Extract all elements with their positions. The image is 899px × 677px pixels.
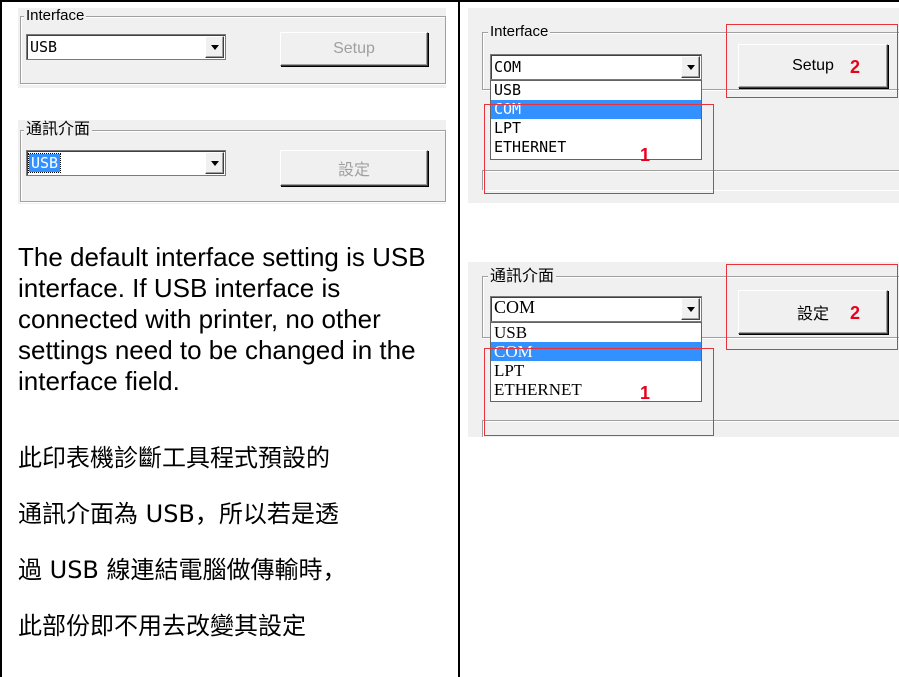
- interface-combo-value: USB: [27, 153, 62, 173]
- chevron-down-icon: [686, 307, 695, 312]
- chinese-description-line: 通訊介面為 USB，所以若是透: [18, 500, 339, 528]
- chinese-description-line: 此印表機診斷工具程式預設的: [18, 444, 330, 472]
- right-english-interface-panel: Interface COM USB COM LPT ETHERNET Setup…: [468, 8, 899, 203]
- step-1-marker: 1: [640, 145, 651, 165]
- highlight-box-dropdown: [484, 104, 714, 194]
- chevron-down-icon: [210, 45, 219, 50]
- dropdown-button[interactable]: [681, 298, 700, 320]
- dropdown-button[interactable]: [681, 56, 700, 78]
- table-top-border: [0, 0, 899, 2]
- step-1-marker: 1: [640, 383, 651, 403]
- left-english-interface-panel: Interface USB Setup: [18, 8, 446, 88]
- interface-combo[interactable]: COM: [490, 296, 702, 322]
- table-left-border: [0, 0, 2, 677]
- interface-group-label: 通訊介面: [488, 266, 557, 285]
- table-column-divider: [458, 0, 460, 677]
- interface-group-label: Interface: [24, 7, 87, 24]
- dropdown-button[interactable]: [205, 152, 224, 174]
- dropdown-option-usb[interactable]: USB: [491, 323, 701, 342]
- step-2-marker: 2: [850, 303, 861, 323]
- dropdown-button[interactable]: [205, 36, 224, 58]
- right-chinese-interface-panel: 通訊介面 COM USB COM LPT ETHERNET 設定 2 1: [468, 262, 899, 437]
- chinese-description-line: 過 USB 線連結電腦做傳輸時，: [18, 556, 347, 584]
- interface-group-label: 通訊介面: [24, 119, 93, 138]
- highlight-box-setup: [726, 264, 898, 350]
- highlight-box-setup: [726, 24, 898, 98]
- chinese-description-line: 此部份即不用去改變其設定: [18, 612, 306, 640]
- setup-button[interactable]: 設定: [280, 150, 428, 186]
- chevron-down-icon: [210, 161, 219, 166]
- interface-group-label: Interface: [488, 23, 551, 40]
- interface-combo[interactable]: USB: [26, 150, 226, 176]
- interface-combo[interactable]: COM: [490, 54, 702, 80]
- interface-combo[interactable]: USB: [26, 34, 226, 60]
- setup-button[interactable]: Setup: [280, 32, 428, 66]
- highlight-box-dropdown: [484, 348, 714, 436]
- chevron-down-icon: [686, 65, 695, 70]
- step-2-marker: 2: [850, 57, 861, 77]
- interface-combo-value: COM: [494, 58, 522, 76]
- english-description: The default interface setting is USB int…: [18, 242, 426, 396]
- interface-combo-value: COM: [494, 297, 536, 317]
- left-chinese-interface-panel: 通訊介面 USB 設定: [18, 120, 446, 204]
- interface-combo-value: USB: [30, 38, 58, 56]
- dropdown-option-usb[interactable]: USB: [491, 81, 701, 100]
